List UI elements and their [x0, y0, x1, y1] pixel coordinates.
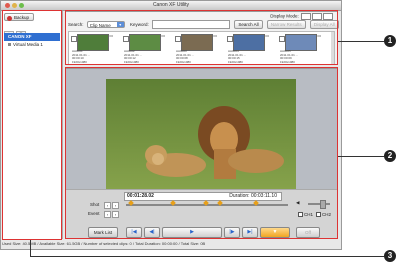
status-bar: Used Size: 40.5MB / Available Size: 61.5… [2, 241, 206, 246]
callout-3: 3 [384, 250, 396, 262]
callout-3-leader-vertical [30, 240, 31, 256]
callout-3-leader [30, 256, 384, 257]
callout-1-leader [338, 41, 384, 42]
browser-highlight [65, 10, 338, 65]
player-highlight [65, 67, 338, 239]
callout-2: 2 [384, 150, 396, 162]
sidebar-highlight [2, 10, 62, 240]
window-title: Canon XF Utility [152, 2, 190, 8]
callout-2-leader [338, 156, 384, 157]
callout-1: 1 [384, 35, 396, 47]
